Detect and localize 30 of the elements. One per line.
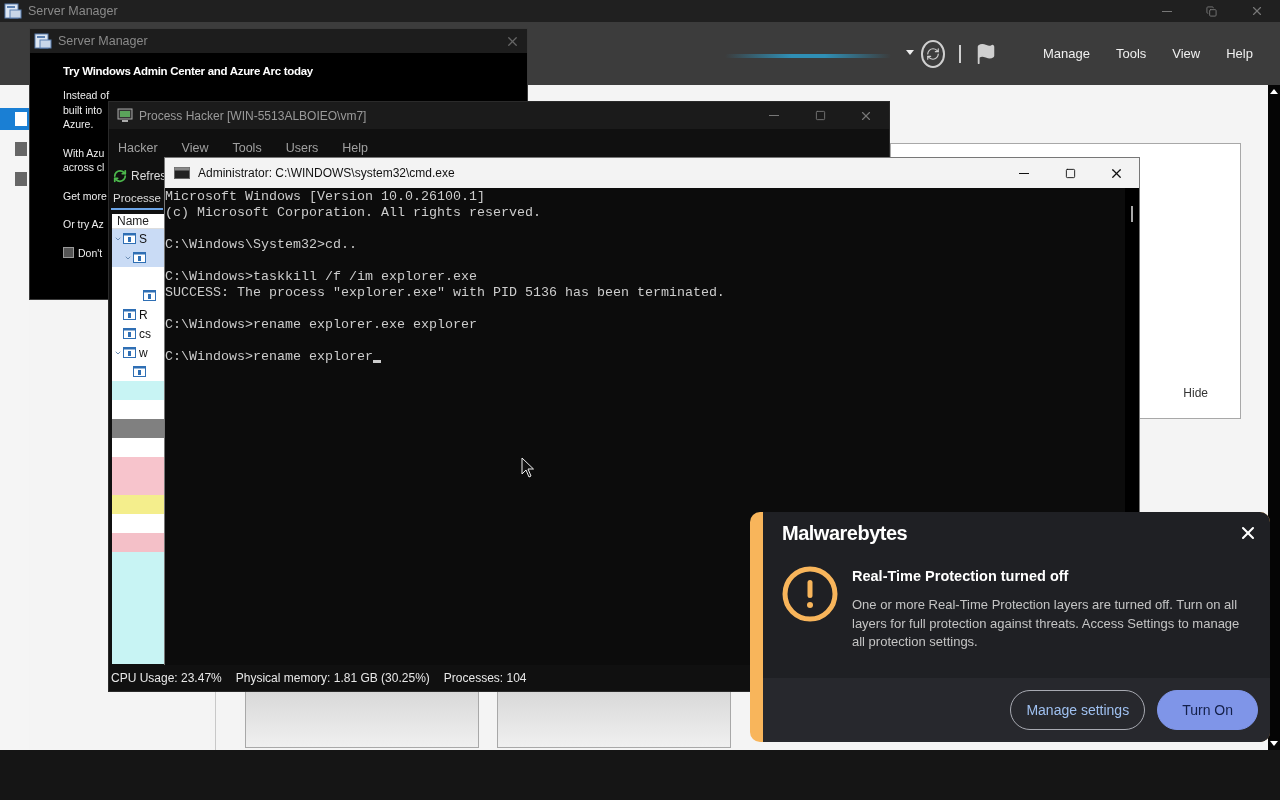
dialog-title: Server Manager (58, 34, 148, 48)
console-line: C:\Windows>rename explorer (165, 349, 373, 365)
window-title: Process Hacker [WIN-5513ALBOIEO\vm7] (139, 108, 367, 123)
dialog-text: Instead of (63, 88, 110, 103)
dialog-text: built into (63, 102, 103, 117)
dialog-heading: Try Windows Admin Center and Azure Arc today (63, 65, 313, 77)
console-line: C:\Windows\System32>cd.. (165, 237, 358, 253)
status-text: Processes: 104 (443, 670, 527, 685)
status-text: Physical memory: 1.81 GB (30.25%) (235, 670, 430, 685)
console-line: C:\Windows>rename explorer.exe explorer (165, 317, 478, 333)
dialog-text: Azure. (63, 117, 94, 132)
checkbox-label: Don't (78, 245, 103, 260)
window-title: Administrator: C:\WINDOWS\system32\cmd.exe (198, 166, 455, 180)
process-name: cs (139, 326, 151, 341)
process-name: S (139, 231, 147, 246)
dialog-text: across cl (63, 160, 105, 175)
process-name: R (139, 307, 148, 322)
dialog-text: With Azu (63, 145, 105, 160)
brand-logo: Malwarebytes (782, 521, 908, 545)
notification-message: One or more Real-Time Protection layers are turned off. Turn on all layers for full protection against threats. Access Settings to manage all protection settings. (852, 596, 1241, 651)
process-name: w (139, 345, 148, 360)
console-line: Microsoft Windows [Version 10.0.26100.1] (165, 189, 486, 205)
notification-title: Real-Time Protection turned off (852, 568, 1070, 584)
console-line: C:\Windows>taskkill /f /im explorer.exe (165, 269, 478, 285)
console-line: SUCCESS: The process "explorer.exe" with PID 5136 has been terminated. (165, 285, 726, 301)
dialog-text: Get more (63, 188, 107, 203)
status-text: CPU Usage: 23.47% (111, 670, 222, 685)
dialog-text: Or try Az (63, 217, 104, 232)
console-line: (c) Microsoft Corporation. All rights reserved. (165, 205, 542, 221)
window-title: Server Manager (28, 4, 118, 18)
